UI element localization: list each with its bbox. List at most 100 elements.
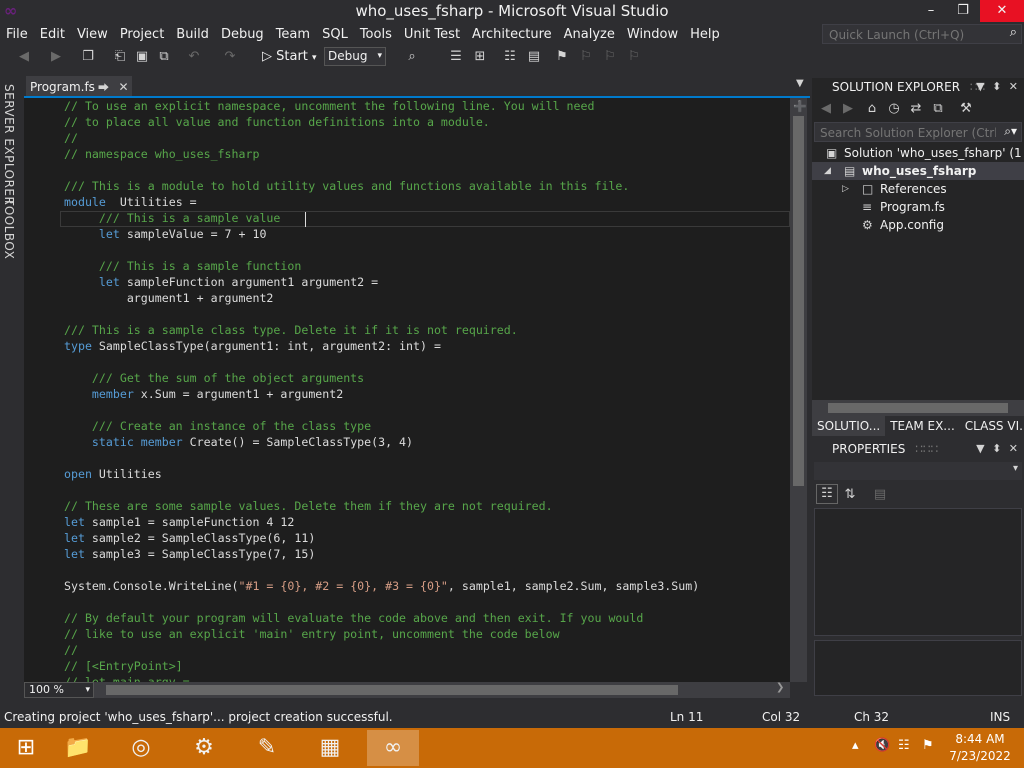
pin-icon[interactable]: ⬍ (992, 80, 1001, 93)
zoom-value: 100 % (29, 683, 64, 696)
toolbar-tool-icon[interactable]: ⊞ (470, 46, 490, 68)
calendar-icon[interactable]: ▦ (304, 730, 356, 766)
pin-icon[interactable]: ⮕ (98, 81, 109, 94)
bookmark-prev-icon[interactable]: ⚐ (576, 46, 596, 68)
properties-grid[interactable] (814, 508, 1022, 636)
menu-debug[interactable]: Debug (215, 27, 270, 42)
quick-launch-input[interactable] (827, 26, 1001, 44)
redo-icon[interactable]: ↷ (220, 46, 240, 68)
expand-arrow-icon[interactable]: ◢ (824, 162, 831, 180)
menu-team[interactable]: Team (270, 27, 316, 42)
minimize-button[interactable]: – (916, 0, 946, 22)
close-icon[interactable]: ✕ (1009, 80, 1018, 93)
windows-start-icon[interactable]: ⊞ (0, 730, 52, 766)
tree-node[interactable]: ▣ Solution 'who_uses_fsharp' (1 project) (812, 144, 1024, 162)
start-button[interactable]: ▷ Start ▾ (262, 47, 322, 67)
new-project-icon[interactable]: ❐ (78, 46, 98, 68)
close-button[interactable]: ✕ (980, 0, 1024, 22)
scrollbar-thumb[interactable] (828, 403, 1008, 413)
code-editor[interactable]: // To use an explicit namespace, uncomme… (24, 98, 790, 682)
volume-muted-icon[interactable]: 🔇 (874, 738, 890, 753)
back-icon[interactable]: ◀ (816, 98, 836, 120)
split-window-icon[interactable]: ➕ (793, 100, 807, 113)
chevron-down-icon[interactable]: ▼ (976, 80, 984, 93)
solution-explorer-hscrollbar[interactable] (812, 400, 1024, 416)
show-hidden-icons-icon[interactable]: ▴ (852, 738, 859, 753)
quick-launch[interactable]: ⌕ (822, 24, 1022, 44)
sync-icon[interactable]: ⇄ (906, 98, 926, 120)
scroll-right-icon[interactable]: ❯ (776, 682, 784, 693)
search-icon[interactable]: ⌕ (1010, 25, 1017, 40)
chevron-down-icon: ▾ (85, 685, 90, 695)
explorer-tab[interactable]: CLASS VI... (960, 416, 1024, 436)
menu-analyze[interactable]: Analyze (558, 27, 621, 42)
menu-tools[interactable]: Tools (354, 27, 398, 42)
solution-configuration-select[interactable]: Debug ▾ (324, 47, 386, 66)
toolbox-tab[interactable]: TOOLBOX (2, 198, 16, 259)
navigate-back-icon[interactable]: ◀ (14, 46, 34, 68)
chevron-down-icon[interactable]: ▼ (976, 442, 984, 455)
menu-unit-test[interactable]: Unit Test (398, 27, 466, 42)
property-pages-icon[interactable]: ▤ (870, 484, 890, 506)
menu-view[interactable]: View (71, 27, 114, 42)
undo-icon[interactable]: ↶ (184, 46, 204, 68)
file-explorer-icon[interactable]: 📁 (52, 730, 104, 766)
tree-node[interactable]: ⚙ App.config (812, 216, 1024, 234)
navigate-forward-icon[interactable]: ▶ (46, 46, 66, 68)
bookmark-icon[interactable]: ⚑ (552, 46, 572, 68)
menu-architecture[interactable]: Architecture (466, 27, 558, 42)
save-all-icon[interactable]: ⧉ (154, 46, 174, 68)
tree-node[interactable]: ◢ ▤ who_uses_fsharp (812, 162, 1024, 180)
tree-node[interactable]: ▷ □ References (812, 180, 1024, 198)
restore-button[interactable]: ❐ (948, 0, 978, 22)
network-icon[interactable]: ☷ (898, 738, 910, 753)
chrome-icon[interactable]: ◎ (115, 730, 167, 766)
visual-studio-icon[interactable]: ∞ (367, 730, 419, 766)
solution-explorer-search[interactable]: ⌕▾ (814, 122, 1022, 142)
bookmark-next-icon[interactable]: ⚐ (600, 46, 620, 68)
control-panel-icon[interactable]: ⚙ (178, 730, 230, 766)
forward-icon[interactable]: ▶ (838, 98, 858, 120)
solution-search-input[interactable] (818, 125, 998, 141)
properties-icon[interactable]: ⚒ (956, 98, 976, 120)
notepad-icon[interactable]: ✎ (241, 730, 293, 766)
clock-time[interactable]: 8:44 AM (940, 732, 1020, 746)
find-in-files-icon[interactable]: ⌕ (402, 46, 422, 68)
clock-date[interactable]: 7/23/2022 (940, 749, 1020, 763)
menu-window[interactable]: Window (621, 27, 684, 42)
pin-icon[interactable]: ⬍ (992, 442, 1001, 455)
close-icon[interactable]: ✕ (1009, 442, 1018, 455)
toolbar-tool-icon[interactable]: ☷ (500, 46, 520, 68)
toolbar-tool-icon[interactable]: ▤ (524, 46, 544, 68)
scrollbar-thumb[interactable] (793, 116, 804, 486)
menu-sql[interactable]: SQL (316, 27, 354, 42)
menu-project[interactable]: Project (114, 27, 170, 42)
save-icon[interactable]: ▣ (132, 46, 152, 68)
close-icon[interactable]: ✕ (119, 80, 129, 94)
show-all-files-icon[interactable]: ⧉ (928, 98, 948, 120)
tree-node[interactable]: ≡ Program.fs (812, 198, 1024, 216)
properties-object-select[interactable]: ▾ (814, 462, 1022, 480)
menu-build[interactable]: Build (170, 27, 215, 42)
menu-file[interactable]: File (0, 27, 34, 42)
tab-program-fs[interactable]: Program.fs ⮕ ✕ (26, 76, 132, 97)
editor-vertical-scrollbar[interactable]: ➕ (790, 98, 807, 682)
horizontal-scrollbar-thumb[interactable] (106, 685, 678, 695)
explorer-tab[interactable]: SOLUTIO... (812, 416, 886, 436)
document-list-dropdown-icon[interactable]: ▼ (796, 78, 804, 89)
menu-edit[interactable]: Edit (34, 27, 71, 42)
pending-changes-icon[interactable]: ◷ (884, 98, 904, 120)
categorized-icon[interactable]: ☷ (816, 484, 838, 504)
server-explorer-tab[interactable]: SERVER EXPLORER (2, 84, 16, 205)
search-icon[interactable]: ⌕▾ (1004, 124, 1017, 139)
zoom-select[interactable]: 100 % ▾ (24, 682, 94, 698)
expand-arrow-icon[interactable]: ▷ (842, 180, 849, 198)
open-file-icon[interactable]: ⎗ (110, 46, 130, 68)
toolbar-tool-icon[interactable]: ☰ (446, 46, 466, 68)
explorer-tab[interactable]: TEAM EX... (885, 416, 960, 436)
alphabetical-icon[interactable]: ⇅ (840, 484, 860, 506)
menu-help[interactable]: Help (684, 27, 726, 42)
home-icon[interactable]: ⌂ (862, 98, 882, 120)
action-center-icon[interactable]: ⚑ (922, 738, 934, 753)
bookmark-clear-icon[interactable]: ⚐ (624, 46, 644, 68)
